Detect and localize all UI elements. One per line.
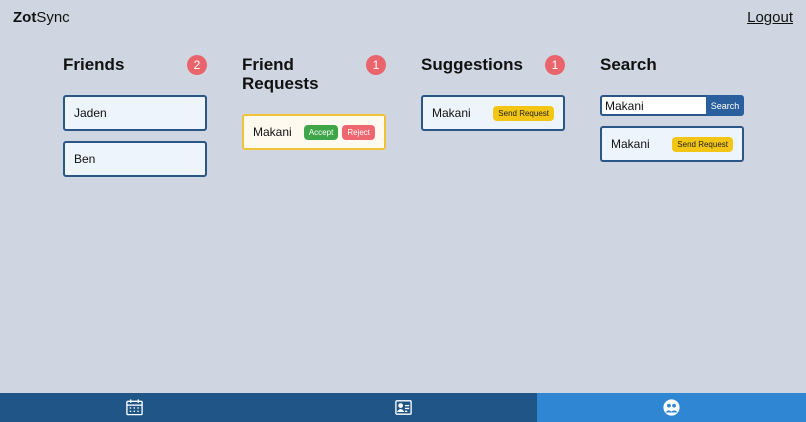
- logout-link[interactable]: Logout: [747, 9, 793, 26]
- accept-button[interactable]: Accept: [303, 124, 339, 140]
- search-result-card: Makani Send Request: [600, 126, 744, 162]
- friend-card[interactable]: Ben: [63, 141, 207, 177]
- friends-icon: [663, 399, 680, 416]
- friend-name: Jaden: [74, 106, 107, 120]
- nav-profile[interactable]: [268, 393, 538, 422]
- calendar-icon: [126, 399, 143, 416]
- friend-card[interactable]: Jaden: [63, 95, 207, 131]
- search-button[interactable]: Search: [706, 95, 744, 116]
- search-input[interactable]: [600, 95, 706, 116]
- app-logo: ZotSync: [13, 9, 70, 26]
- send-request-button[interactable]: Send Request: [493, 105, 554, 121]
- friend-requests-column: Friend Requests 1 Makani Accept Reject: [242, 55, 386, 150]
- profile-card-icon: [394, 400, 412, 415]
- nav-calendar[interactable]: [0, 393, 269, 422]
- suggestions-column: Suggestions 1 Makani Send Request: [421, 55, 565, 131]
- friends-count-badge: 2: [187, 55, 207, 75]
- friends-title: Friends: [63, 55, 125, 74]
- request-name: Makani: [253, 125, 292, 139]
- requests-count-badge: 1: [366, 55, 386, 75]
- suggestions-title: Suggestions: [421, 55, 524, 74]
- reject-button[interactable]: Reject: [342, 124, 375, 140]
- suggestion-card: Makani Send Request: [421, 95, 565, 131]
- suggestions-count-badge: 1: [545, 55, 565, 75]
- request-card: Makani Accept Reject: [242, 114, 386, 150]
- bottom-nav: [0, 393, 806, 422]
- search-result-name: Makani: [611, 137, 650, 151]
- friends-column: Friends 2 Jaden Ben: [63, 55, 207, 177]
- send-request-button[interactable]: Send Request: [672, 136, 733, 152]
- friend-name: Ben: [74, 152, 96, 166]
- suggestion-name: Makani: [432, 106, 471, 120]
- nav-friends[interactable]: [537, 393, 806, 422]
- search-title: Search: [600, 55, 657, 74]
- friend-requests-title: Friend Requests: [242, 55, 319, 93]
- search-column: Search Search Makani Send Request: [600, 55, 744, 162]
